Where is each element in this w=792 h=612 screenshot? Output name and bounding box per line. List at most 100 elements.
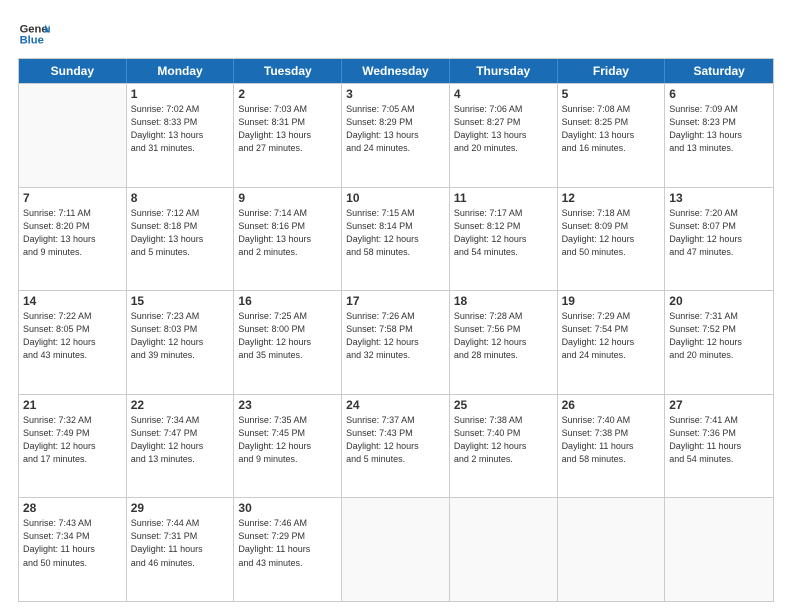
day-number: 25 — [454, 398, 553, 412]
day-info: Sunrise: 7:31 AMSunset: 7:52 PMDaylight:… — [669, 310, 769, 362]
day-number: 16 — [238, 294, 337, 308]
day-number: 13 — [669, 191, 769, 205]
cal-cell: 22 Sunrise: 7:34 AMSunset: 7:47 PMDayligh… — [127, 395, 235, 498]
cal-cell: 13 Sunrise: 7:20 AMSunset: 8:07 PMDayligh… — [665, 188, 773, 291]
day-info: Sunrise: 7:03 AMSunset: 8:31 PMDaylight:… — [238, 103, 337, 155]
day-info: Sunrise: 7:46 AMSunset: 7:29 PMDaylight:… — [238, 517, 337, 569]
calendar-body: 1 Sunrise: 7:02 AMSunset: 8:33 PMDaylight… — [19, 83, 773, 601]
day-number: 15 — [131, 294, 230, 308]
day-number: 5 — [562, 87, 661, 101]
header-day-thursday: Thursday — [450, 59, 558, 83]
week-row-2: 7 Sunrise: 7:11 AMSunset: 8:20 PMDaylight… — [19, 187, 773, 291]
cal-cell: 3 Sunrise: 7:05 AMSunset: 8:29 PMDaylight… — [342, 84, 450, 187]
cal-cell: 23 Sunrise: 7:35 AMSunset: 7:45 PMDayligh… — [234, 395, 342, 498]
day-info: Sunrise: 7:41 AMSunset: 7:36 PMDaylight:… — [669, 414, 769, 466]
day-info: Sunrise: 7:18 AMSunset: 8:09 PMDaylight:… — [562, 207, 661, 259]
cal-cell: 14 Sunrise: 7:22 AMSunset: 8:05 PMDayligh… — [19, 291, 127, 394]
day-info: Sunrise: 7:02 AMSunset: 8:33 PMDaylight:… — [131, 103, 230, 155]
cal-cell: 24 Sunrise: 7:37 AMSunset: 7:43 PMDayligh… — [342, 395, 450, 498]
day-info: Sunrise: 7:26 AMSunset: 7:58 PMDaylight:… — [346, 310, 445, 362]
day-number: 24 — [346, 398, 445, 412]
day-number: 3 — [346, 87, 445, 101]
cal-cell: 1 Sunrise: 7:02 AMSunset: 8:33 PMDaylight… — [127, 84, 235, 187]
day-info: Sunrise: 7:22 AMSunset: 8:05 PMDaylight:… — [23, 310, 122, 362]
day-info: Sunrise: 7:35 AMSunset: 7:45 PMDaylight:… — [238, 414, 337, 466]
day-number: 22 — [131, 398, 230, 412]
day-info: Sunrise: 7:17 AMSunset: 8:12 PMDaylight:… — [454, 207, 553, 259]
cal-cell: 25 Sunrise: 7:38 AMSunset: 7:40 PMDayligh… — [450, 395, 558, 498]
cal-cell: 16 Sunrise: 7:25 AMSunset: 8:00 PMDayligh… — [234, 291, 342, 394]
day-number: 21 — [23, 398, 122, 412]
cal-cell: 27 Sunrise: 7:41 AMSunset: 7:36 PMDayligh… — [665, 395, 773, 498]
day-info: Sunrise: 7:32 AMSunset: 7:49 PMDaylight:… — [23, 414, 122, 466]
cal-cell — [558, 498, 666, 601]
cal-cell — [19, 84, 127, 187]
cal-cell: 7 Sunrise: 7:11 AMSunset: 8:20 PMDaylight… — [19, 188, 127, 291]
day-number: 10 — [346, 191, 445, 205]
day-info: Sunrise: 7:28 AMSunset: 7:56 PMDaylight:… — [454, 310, 553, 362]
calendar: SundayMondayTuesdayWednesdayThursdayFrid… — [18, 58, 774, 602]
day-number: 4 — [454, 87, 553, 101]
header-day-friday: Friday — [558, 59, 666, 83]
day-info: Sunrise: 7:20 AMSunset: 8:07 PMDaylight:… — [669, 207, 769, 259]
cal-cell: 29Sunrise: 7:44 AMSunset: 7:31 PMDayligh… — [127, 498, 235, 601]
svg-text:Blue: Blue — [20, 35, 44, 47]
cal-cell: 17 Sunrise: 7:26 AMSunset: 7:58 PMDayligh… — [342, 291, 450, 394]
cal-cell — [665, 498, 773, 601]
day-info: Sunrise: 7:38 AMSunset: 7:40 PMDaylight:… — [454, 414, 553, 466]
cal-cell: 26Sunrise: 7:40 AMSunset: 7:38 PMDayligh… — [558, 395, 666, 498]
day-number: 20 — [669, 294, 769, 308]
day-number: 26 — [562, 398, 661, 412]
day-number: 11 — [454, 191, 553, 205]
week-row-4: 21 Sunrise: 7:32 AMSunset: 7:49 PMDayligh… — [19, 394, 773, 498]
cal-cell: 2 Sunrise: 7:03 AMSunset: 8:31 PMDaylight… — [234, 84, 342, 187]
header-day-wednesday: Wednesday — [342, 59, 450, 83]
cal-cell: 12 Sunrise: 7:18 AMSunset: 8:09 PMDayligh… — [558, 188, 666, 291]
day-number: 23 — [238, 398, 337, 412]
day-info: Sunrise: 7:05 AMSunset: 8:29 PMDaylight:… — [346, 103, 445, 155]
day-number: 27 — [669, 398, 769, 412]
cal-cell — [342, 498, 450, 601]
day-info: Sunrise: 7:44 AMSunset: 7:31 PMDaylight:… — [131, 517, 230, 569]
day-info: Sunrise: 7:43 AMSunset: 7:34 PMDaylight:… — [23, 517, 122, 569]
day-info: Sunrise: 7:09 AMSunset: 8:23 PMDaylight:… — [669, 103, 769, 155]
cal-cell: 6 Sunrise: 7:09 AMSunset: 8:23 PMDaylight… — [665, 84, 773, 187]
logo: General Blue — [18, 18, 50, 50]
day-number: 6 — [669, 87, 769, 101]
cal-cell: 21 Sunrise: 7:32 AMSunset: 7:49 PMDayligh… — [19, 395, 127, 498]
day-info: Sunrise: 7:29 AMSunset: 7:54 PMDaylight:… — [562, 310, 661, 362]
page: General Blue SundayMondayTuesdayWednesda… — [0, 0, 792, 612]
day-number: 9 — [238, 191, 337, 205]
day-number: 12 — [562, 191, 661, 205]
day-number: 14 — [23, 294, 122, 308]
day-info: Sunrise: 7:25 AMSunset: 8:00 PMDaylight:… — [238, 310, 337, 362]
header-day-sunday: Sunday — [19, 59, 127, 83]
day-number: 2 — [238, 87, 337, 101]
cal-cell: 15 Sunrise: 7:23 AMSunset: 8:03 PMDayligh… — [127, 291, 235, 394]
day-info: Sunrise: 7:08 AMSunset: 8:25 PMDaylight:… — [562, 103, 661, 155]
day-info: Sunrise: 7:34 AMSunset: 7:47 PMDaylight:… — [131, 414, 230, 466]
cal-cell: 9Sunrise: 7:14 AMSunset: 8:16 PMDaylight… — [234, 188, 342, 291]
cal-cell: 4 Sunrise: 7:06 AMSunset: 8:27 PMDaylight… — [450, 84, 558, 187]
day-info: Sunrise: 7:37 AMSunset: 7:43 PMDaylight:… — [346, 414, 445, 466]
day-number: 30 — [238, 501, 337, 515]
header-day-tuesday: Tuesday — [234, 59, 342, 83]
day-number: 18 — [454, 294, 553, 308]
day-info: Sunrise: 7:11 AMSunset: 8:20 PMDaylight:… — [23, 207, 122, 259]
day-info: Sunrise: 7:23 AMSunset: 8:03 PMDaylight:… — [131, 310, 230, 362]
cal-cell: 8Sunrise: 7:12 AMSunset: 8:18 PMDaylight… — [127, 188, 235, 291]
calendar-header: SundayMondayTuesdayWednesdayThursdayFrid… — [19, 59, 773, 83]
cal-cell: 28 Sunrise: 7:43 AMSunset: 7:34 PMDayligh… — [19, 498, 127, 601]
logo-icon: General Blue — [18, 18, 50, 50]
day-info: Sunrise: 7:12 AMSunset: 8:18 PMDaylight:… — [131, 207, 230, 259]
week-row-3: 14 Sunrise: 7:22 AMSunset: 8:05 PMDayligh… — [19, 290, 773, 394]
day-number: 1 — [131, 87, 230, 101]
cal-cell: 10Sunrise: 7:15 AMSunset: 8:14 PMDayligh… — [342, 188, 450, 291]
day-number: 17 — [346, 294, 445, 308]
week-row-1: 1 Sunrise: 7:02 AMSunset: 8:33 PMDaylight… — [19, 83, 773, 187]
day-number: 28 — [23, 501, 122, 515]
header-day-saturday: Saturday — [665, 59, 773, 83]
day-info: Sunrise: 7:06 AMSunset: 8:27 PMDaylight:… — [454, 103, 553, 155]
day-number: 7 — [23, 191, 122, 205]
cal-cell: 18 Sunrise: 7:28 AMSunset: 7:56 PMDayligh… — [450, 291, 558, 394]
